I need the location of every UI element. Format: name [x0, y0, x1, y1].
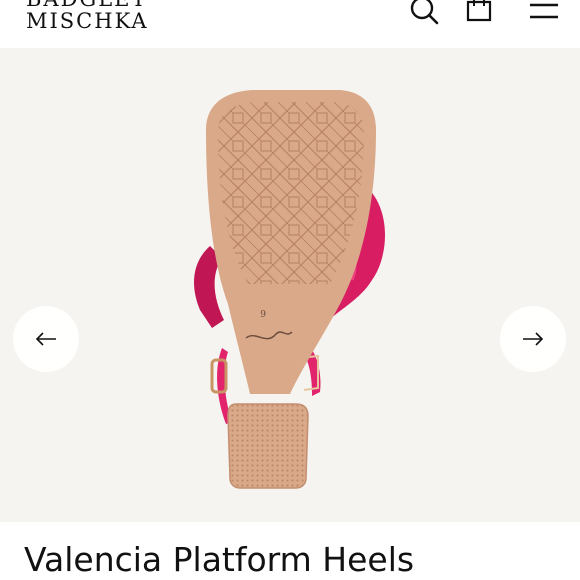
sole-size-mark: 6	[260, 307, 266, 317]
previous-image-button[interactable]	[13, 306, 79, 372]
brand-logo-line2: MISCHKA	[26, 9, 149, 33]
menu-icon[interactable]	[527, 0, 561, 26]
product-info: Valencia Platform Heels	[0, 522, 580, 580]
sole: 6	[206, 90, 376, 394]
product-image: 6	[194, 90, 385, 489]
search-icon[interactable]	[408, 0, 442, 26]
next-image-button[interactable]	[500, 306, 566, 372]
brand-logo[interactable]: BADGLEY MISCHKA	[26, 0, 149, 32]
shopping-bag-icon[interactable]	[464, 0, 494, 26]
arrow-left-icon	[35, 332, 56, 346]
product-image-gallery[interactable]: 6	[0, 48, 580, 522]
arrow-right-icon	[523, 332, 544, 346]
heel	[227, 403, 309, 489]
site-header: BADGLEY MISCHKA	[0, 0, 580, 48]
product-title: Valencia Platform Heels	[24, 540, 415, 579]
